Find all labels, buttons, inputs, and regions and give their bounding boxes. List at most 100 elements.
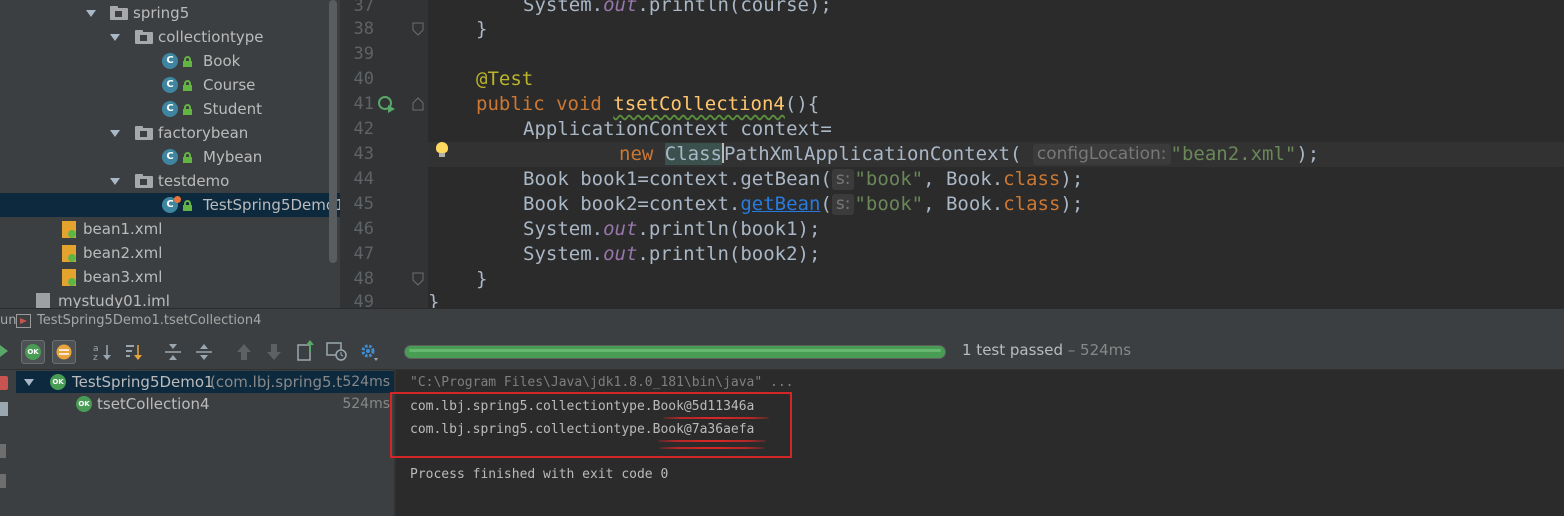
line-number: 48 [353,269,374,289]
lightbulb-icon[interactable] [436,142,448,158]
code-line-42: ApplicationContext context= [523,118,832,140]
tree-item-testspring5demo1[interactable]: C TestSpring5Demo1 [0,193,340,217]
code-line-37: System.out.println(course); [523,0,832,16]
line-number: 40 [353,69,374,89]
scroll-icon[interactable] [0,474,6,488]
code-line-43: new Class PathXmlApplicationContext( conf… [619,143,1320,165]
run-tab-label[interactable]: un [0,309,16,333]
tree-item-book[interactable]: C Book [0,49,329,73]
sort-by-duration-icon[interactable] [124,342,144,362]
lock-icon [183,104,192,115]
xml-file-icon [62,221,76,238]
console-exit-line: Process finished with exit code 0 [410,467,669,482]
tree-item-student[interactable]: C Student [0,97,329,121]
tree-item-label: bean2.xml [83,244,163,262]
gear-icon[interactable] [359,342,379,362]
run-config-title[interactable]: TestSpring5Demo1.tsetCollection4 [37,309,261,333]
tree-item-label: Student [203,100,263,118]
annotation-underline [663,417,769,419]
tree-item-label: Book [203,52,241,70]
module-file-icon [36,293,50,308]
test-history-icon[interactable] [326,340,348,362]
ok-icon: OK [76,396,92,412]
fold-end-icon[interactable] [412,22,424,36]
package-icon [135,174,153,188]
class-icon: C [162,149,178,165]
next-failed-icon[interactable] [265,342,283,362]
expand-arrow-icon[interactable] [110,130,120,137]
test-method-row[interactable]: OK tsetCollection4 524ms [16,393,394,415]
export-results-icon[interactable] [296,340,316,362]
test-suite-name: TestSpring5Demo1 [72,373,214,391]
xml-file-icon [62,245,76,262]
code-line-47: System.out.println(book2); [523,243,821,265]
line-number: 41 [353,94,374,114]
sort-alphabetically-icon[interactable]: az [93,342,113,362]
rerun-icon[interactable] [0,345,8,357]
previous-failed-icon[interactable] [235,342,253,362]
tree-item-label: Mybean [203,148,263,166]
test-config-icon [16,314,31,328]
code-line-41: public void tsetCollection4(){ [476,93,820,115]
expand-arrow-icon[interactable] [110,34,120,41]
package-icon [135,126,153,140]
getbean-link[interactable]: getBean [740,193,820,215]
test-duration: 524ms [342,396,390,412]
test-progress-bar [404,345,946,359]
tree-item-label: bean3.xml [83,268,163,286]
tree-item-mybean[interactable]: C Mybean [0,145,329,169]
fold-start-icon[interactable] [412,97,424,111]
expand-arrow-icon[interactable] [86,10,96,17]
code-line-38: } [476,18,488,40]
code-line-40: @Test [476,68,534,90]
tree-item-course[interactable]: C Course [0,73,329,97]
layout-icon[interactable] [0,402,8,416]
svg-text:z: z [93,353,98,362]
xml-file-icon [62,269,76,286]
tree-item-label: Course [203,76,256,94]
code-line-49: } [428,291,440,308]
expand-all-icon[interactable] [163,342,183,362]
fold-end-icon[interactable] [412,272,424,286]
tree-item-label: testdemo [158,172,230,190]
line-number: 47 [353,244,374,264]
tree-item-label: mystudy01.iml [58,292,170,308]
test-duration: 524ms [342,374,390,390]
tree-item-factorybean[interactable]: factorybean [0,121,329,145]
package-icon [135,30,153,44]
tree-item-bean3-xml[interactable]: bean3.xml [0,265,329,289]
ok-icon: OK [25,344,41,360]
test-suite-row[interactable]: OK TestSpring5Demo1 (com.lbj.spring5.t 5… [16,371,394,393]
tree-item-collectiontype[interactable]: collectiontype [0,25,329,49]
tree-item-bean2-xml[interactable]: bean2.xml [0,241,329,265]
run-test-gutter-icon[interactable] [376,94,396,114]
console-command-line[interactable]: "C:\Program Files\Java\jdk1.8.0_181\bin\… [410,375,794,390]
show-passed-button[interactable]: OK [21,340,45,364]
collapse-all-icon[interactable] [194,342,214,362]
show-ignored-button[interactable] [52,340,76,364]
pin-icon[interactable] [0,444,6,458]
line-number: 39 [353,44,374,64]
tree-scrollbar[interactable] [329,0,337,263]
tree-item-label: TestSpring5Demo1 [203,196,340,214]
expand-arrow-icon[interactable] [24,379,34,386]
parameter-hint: configLocation: [1032,144,1171,165]
tree-item-spring5[interactable]: spring5 [0,1,329,25]
line-number: 44 [353,169,374,189]
code-editor[interactable]: 37 38 39 40 41 42 43 44 45 46 47 48 49 S… [340,0,1564,308]
lock-icon [183,80,192,91]
stop-icon[interactable] [0,376,8,390]
class-icon: C [162,101,178,117]
line-number: 45 [353,194,374,214]
annotation-underline [658,440,766,442]
test-suite-package: (com.lbj.spring5.t [210,373,343,391]
expand-arrow-icon[interactable] [110,178,120,185]
tree-item-bean1-xml[interactable]: bean1.xml [0,217,329,241]
test-method-name: tsetCollection4 [97,395,210,413]
tree-item-mystudy01-iml[interactable]: mystudy01.iml [0,289,329,308]
tree-item-testdemo[interactable]: testdemo [0,169,329,193]
code-line-45: Book book2=context.getBean(s: "book", Boo… [523,193,1084,215]
line-number: 46 [353,219,374,239]
package-icon [110,6,128,20]
ok-icon: OK [50,374,66,390]
